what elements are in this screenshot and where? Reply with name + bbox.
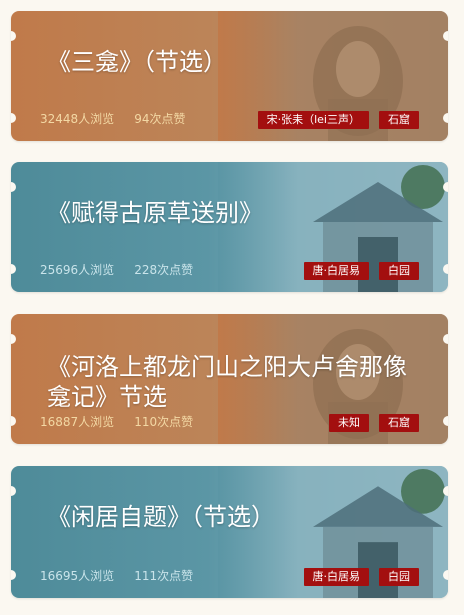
- tag-group: 未知 石窟: [329, 414, 419, 432]
- tag-group: 唐·白居易 白园: [303, 262, 419, 280]
- author-tag[interactable]: 未知: [329, 414, 369, 432]
- poem-stats: 25696人浏览 228次点赞: [40, 261, 193, 278]
- poem-card[interactable]: 《三龛》（节选） 32448人浏览 94次点赞 宋·张耒（lei三声） 石窟: [11, 11, 448, 141]
- poem-title: 《闲居自题》（节选）: [47, 503, 275, 531]
- poem-card[interactable]: 《赋得古原草送别》 25696人浏览 228次点赞 唐·白居易 白园: [11, 162, 448, 292]
- poem-stats: 16695人浏览 111次点赞: [40, 567, 193, 584]
- location-tag[interactable]: 石窟: [379, 414, 419, 432]
- view-count: 32448人浏览: [40, 112, 115, 126]
- poem-title: 《河洛上都龙门山之阳大卢舍那像龛记》节选: [47, 353, 407, 411]
- location-tag[interactable]: 白园: [379, 568, 419, 586]
- poem-stats: 16887人浏览 110次点赞: [40, 413, 193, 430]
- author-tag[interactable]: 宋·张耒（lei三声）: [257, 111, 369, 129]
- poem-card[interactable]: 《闲居自题》（节选） 16695人浏览 111次点赞 唐·白居易 白园: [11, 466, 448, 598]
- poem-title: 《三龛》（节选）: [47, 48, 227, 76]
- poem-card[interactable]: 《河洛上都龙门山之阳大卢舍那像龛记》节选 16887人浏览 110次点赞 未知 …: [11, 314, 448, 444]
- poem-stats: 32448人浏览 94次点赞: [40, 110, 185, 127]
- view-count: 16887人浏览: [40, 415, 115, 429]
- poem-card-list: 《三龛》（节选） 32448人浏览 94次点赞 宋·张耒（lei三声） 石窟 《…: [0, 0, 464, 615]
- author-tag[interactable]: 唐·白居易: [303, 568, 369, 586]
- location-tag[interactable]: 石窟: [379, 111, 419, 129]
- like-count: 228次点赞: [134, 263, 194, 277]
- view-count: 25696人浏览: [40, 263, 115, 277]
- view-count: 16695人浏览: [40, 569, 115, 583]
- like-count: 94次点赞: [134, 112, 186, 126]
- author-tag[interactable]: 唐·白居易: [303, 262, 369, 280]
- location-tag[interactable]: 白园: [379, 262, 419, 280]
- like-count: 111次点赞: [134, 569, 194, 583]
- poem-title: 《赋得古原草送别》: [47, 199, 263, 227]
- tag-group: 宋·张耒（lei三声） 石窟: [257, 111, 419, 129]
- like-count: 110次点赞: [134, 415, 194, 429]
- tag-group: 唐·白居易 白园: [303, 568, 419, 586]
